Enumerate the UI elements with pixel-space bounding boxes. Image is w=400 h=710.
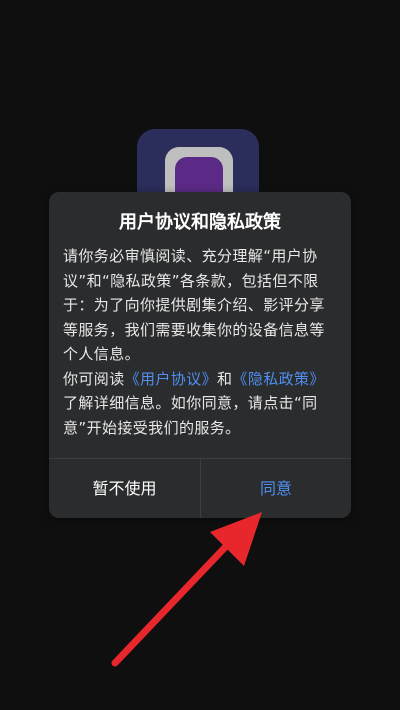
dialog-body: 请你务必审慎阅读、充分理解“用户协议”和“隐私政策”各条款，包括但不限于：为了向… <box>63 244 337 440</box>
dialog-title: 用户协议和隐私政策 <box>119 212 281 233</box>
paragraph-2-suffix: 了解详细信息。如你同意，请点击“同意”开始接受我们的服务。 <box>63 394 318 437</box>
decline-button[interactable]: 暂不使用 <box>49 459 200 518</box>
paragraph-2-prefix: 你可阅读 <box>63 369 125 388</box>
screen: 用户协议和隐私政策 请你务必审慎阅读、充分理解“用户协议”和“隐私政策”各条款，… <box>0 0 400 710</box>
privacy-dialog: 用户协议和隐私政策 请你务必审慎阅读、充分理解“用户协议”和“隐私政策”各条款，… <box>49 192 351 518</box>
privacy-policy-link[interactable]: 《隐私政策》 <box>232 370 324 388</box>
paragraph-2-and: 和 <box>217 369 233 388</box>
user-agreement-link[interactable]: 《用户协议》 <box>125 370 217 388</box>
dialog-paragraph-2: 你可阅读《用户协议》和《隐私政策》了解详细信息。如你同意，请点击“同意”开始接受… <box>63 367 337 441</box>
dialog-paragraph-1: 请你务必审慎阅读、充分理解“用户协议”和“隐私政策”各条款，包括但不限于：为了向… <box>63 247 325 363</box>
agree-button[interactable]: 同意 <box>201 459 351 518</box>
